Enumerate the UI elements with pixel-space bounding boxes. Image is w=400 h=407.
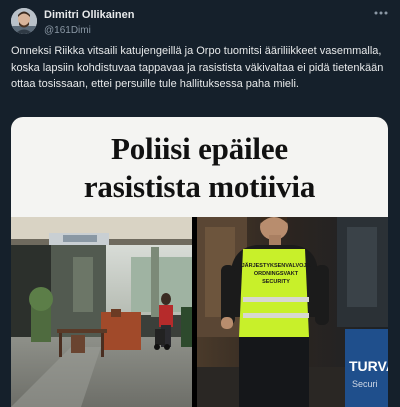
headline-line-1: Poliisi epäilee	[111, 131, 288, 166]
headline-line-2: rasistista motiivia	[83, 169, 316, 204]
security-guard-photo: TURVA Securi JÄRJESTYKSENVALVOJA ORDNING…	[197, 217, 388, 407]
avatar[interactable]	[11, 8, 37, 34]
mall-interior-photo	[11, 217, 192, 407]
sign-subtext: Securi	[352, 379, 378, 389]
vest-line-2: ORDNINGSVAKT	[254, 271, 299, 277]
more-options-icon[interactable]	[371, 6, 391, 20]
tweet-text: Onneksi Riikka vitsaili katujengeillä ja…	[11, 45, 384, 90]
tweet-media-image[interactable]: Poliisi epäilee rasistista motiivia TURV…	[11, 117, 388, 407]
news-headline: Poliisi epäilee rasistista motiivia	[11, 117, 388, 217]
author-handle[interactable]: @161Dimi	[44, 25, 91, 36]
author-display-name[interactable]: Dimitri Ollikainen	[44, 9, 134, 21]
avatar-icon	[11, 8, 37, 34]
sign-text: TURVA	[349, 358, 388, 374]
tweet-card: Dimitri Ollikainen @161Dimi Onneksi Riik…	[0, 0, 400, 407]
vest-line-1: JÄRJESTYKSENVALVOJA	[242, 262, 311, 269]
vest-line-3: SECURITY	[262, 279, 290, 285]
